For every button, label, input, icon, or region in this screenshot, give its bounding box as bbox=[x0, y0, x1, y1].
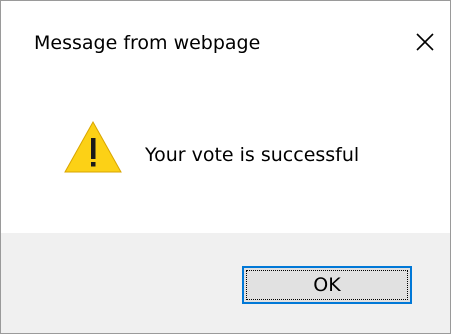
close-icon bbox=[416, 33, 434, 51]
dialog-footer: OK bbox=[1, 233, 450, 333]
ok-button[interactable]: OK bbox=[242, 266, 412, 304]
close-button[interactable] bbox=[405, 23, 445, 63]
dialog-message: Your vote is successful bbox=[145, 144, 360, 166]
dialog-titlebar: Message from webpage bbox=[1, 1, 450, 89]
message-dialog: Message from webpage Your vote is succes… bbox=[0, 0, 451, 334]
warning-icon bbox=[64, 121, 122, 173]
dialog-content: Your vote is successful bbox=[1, 89, 450, 233]
dialog-title: Message from webpage bbox=[34, 32, 261, 54]
